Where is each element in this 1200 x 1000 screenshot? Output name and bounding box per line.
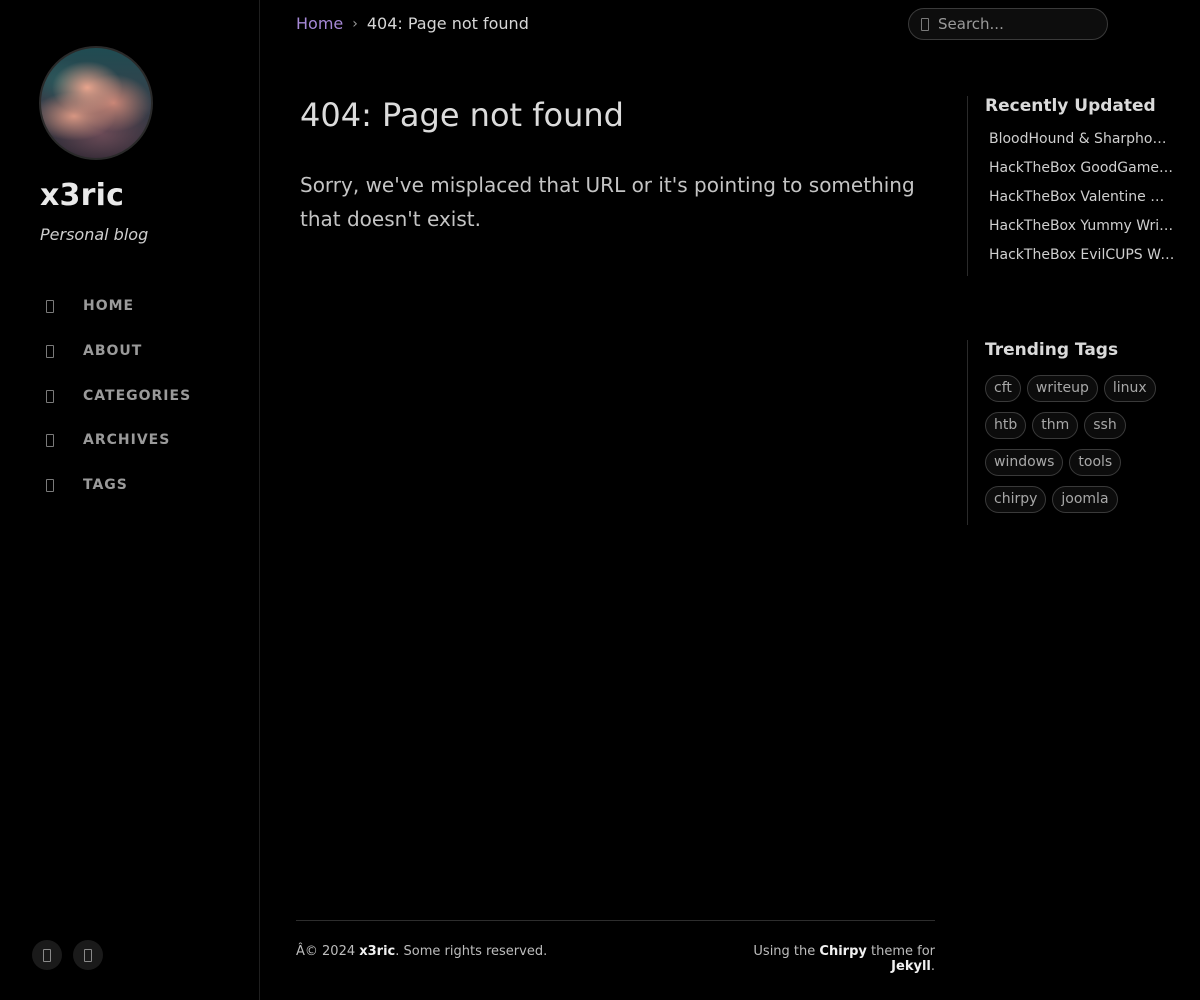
theme-for-text: theme for (866, 944, 935, 959)
recently-updated-panel: Recently Updated BloodHound & Sharphound… (967, 96, 1200, 276)
nav-item-archives[interactable]: ARCHIVES (40, 422, 240, 458)
rights-text: . Some rights reserved. (395, 944, 548, 959)
search-icon (921, 17, 929, 31)
avatar[interactable] (39, 46, 153, 160)
tag-link[interactable]: ssh (1084, 412, 1126, 439)
recent-post-link[interactable]: HackTheBox EvilCUPS Wri... (985, 245, 1175, 274)
site-title[interactable]: x3ric (40, 178, 124, 213)
footer-credits: Using the Chirpy theme for Jekyll. (728, 944, 935, 974)
breadcrumb-separator: › (352, 15, 358, 32)
chirpy-link[interactable]: Chirpy (819, 944, 866, 959)
home-icon (40, 296, 60, 316)
tag-link[interactable]: htb (985, 412, 1027, 439)
recent-post-link[interactable]: HackTheBox Yummy Write... (985, 216, 1175, 245)
copyright-prefix: Â© 2024 (296, 944, 360, 959)
footer-owner-link[interactable]: x3ric (359, 944, 395, 959)
nav-item-label: TAGS (83, 477, 128, 493)
tag-link[interactable]: windows (985, 449, 1064, 476)
search-box[interactable] (908, 8, 1108, 40)
footer-end: . (930, 959, 935, 974)
github-button[interactable] (73, 940, 103, 970)
trending-tags-heading: Trending Tags (985, 340, 1119, 360)
sidebar: x3ric Personal blog HOME ABOUT CATEGORIE… (0, 0, 260, 1000)
nav-item-label: HOME (83, 298, 135, 314)
tag-link[interactable]: tools (1069, 449, 1122, 476)
tag-link[interactable]: linux (1103, 375, 1156, 402)
recent-post-link[interactable]: HackTheBox Valentine Wri... (985, 187, 1175, 216)
nav-item-categories[interactable]: CATEGORIES (40, 378, 240, 414)
tag-link[interactable]: cft (985, 375, 1021, 402)
nav-item-home[interactable]: HOME (40, 288, 240, 324)
info-icon (40, 341, 60, 361)
nav-item-label: ABOUT (83, 343, 143, 359)
recently-updated-heading: Recently Updated (985, 96, 1156, 116)
tag-cloud: cft writeup linux htb thm ssh windows to… (985, 375, 1185, 513)
page-message: Sorry, we've misplaced that URL or it's … (300, 173, 915, 231)
breadcrumb: Home › 404: Page not found (296, 14, 529, 33)
site-subtitle: Personal blog (40, 225, 149, 244)
footer-divider (296, 920, 935, 921)
breadcrumb-current: 404: Page not found (366, 14, 529, 33)
jekyll-link[interactable]: Jekyll (891, 959, 931, 974)
using-the-text: Using the (753, 944, 820, 959)
page-title: 404: Page not found (300, 96, 624, 134)
recently-updated-list: BloodHound & Sharphound HackTheBox GoodG… (985, 129, 1200, 274)
footer-copyright: Â© 2024 x3ric. Some rights reserved. (296, 944, 547, 959)
github-icon (84, 948, 92, 962)
tag-link[interactable]: writeup (1026, 375, 1098, 402)
tag-link[interactable]: joomla (1052, 486, 1118, 513)
nav-item-label: ARCHIVES (83, 432, 171, 448)
mode-toggle-icon (43, 948, 51, 962)
search-input[interactable] (938, 15, 1088, 33)
nav-item-label: CATEGORIES (83, 388, 192, 404)
mode-toggle-button[interactable] (32, 940, 62, 970)
nav-item-tags[interactable]: TAGS (40, 467, 240, 503)
tag-link[interactable]: chirpy (985, 486, 1047, 513)
trending-tags-panel: Trending Tags cft writeup linux htb thm … (967, 340, 1200, 525)
archive-icon (40, 430, 60, 450)
tag-link[interactable]: thm (1032, 412, 1079, 439)
stream-icon (40, 386, 60, 406)
recent-post-link[interactable]: HackTheBox GoodGames ... (985, 158, 1175, 187)
tags-icon (40, 475, 60, 495)
nav-item-about[interactable]: ABOUT (40, 333, 240, 369)
recent-post-link[interactable]: BloodHound & Sharphound (985, 129, 1175, 158)
breadcrumb-home-link[interactable]: Home (296, 14, 343, 33)
